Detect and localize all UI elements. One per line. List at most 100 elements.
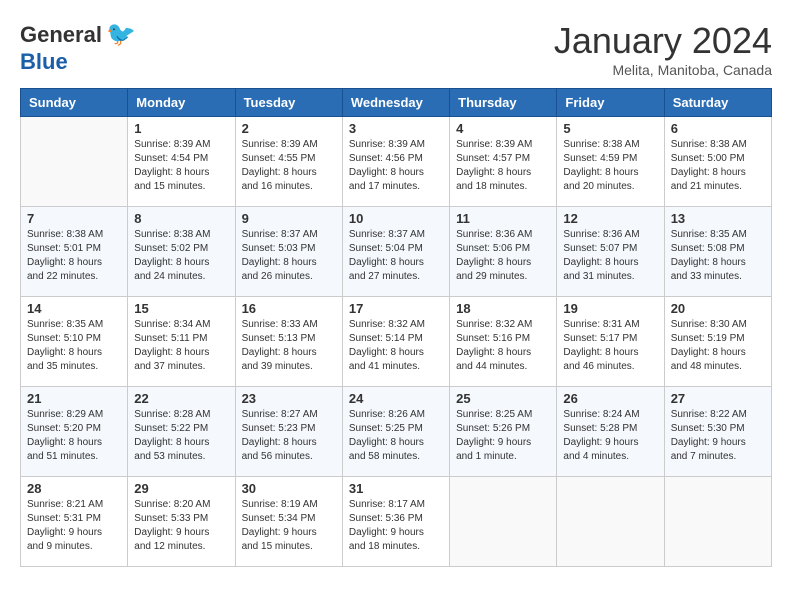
calendar-cell [450, 477, 557, 567]
day-number: 18 [456, 301, 550, 316]
day-info: Sunrise: 8:36 AM Sunset: 5:07 PM Dayligh… [563, 228, 657, 284]
calendar-cell: 26 Sunrise: 8:24 AM Sunset: 5:28 PM Dayli… [557, 387, 664, 477]
col-header-saturday: Saturday [664, 89, 771, 117]
day-info: Sunrise: 8:39 AM Sunset: 4:56 PM Dayligh… [349, 138, 443, 194]
day-info: Sunrise: 8:26 AM Sunset: 5:25 PM Dayligh… [349, 408, 443, 464]
logo-general: General [20, 22, 102, 48]
title-area: January 2024 Melita, Manitoba, Canada [554, 20, 772, 78]
header-row: SundayMondayTuesdayWednesdayThursdayFrid… [21, 89, 772, 117]
calendar-cell: 14Sunrise: 8:35 AM Sunset: 5:10 PM Dayli… [21, 297, 128, 387]
day-number: 8 [134, 211, 228, 226]
day-number: 5 [563, 121, 657, 136]
day-info: Sunrise: 8:19 AM Sunset: 5:34 PM Dayligh… [242, 498, 336, 554]
calendar-cell: 11 Sunrise: 8:36 AM Sunset: 5:06 PM Dayli… [450, 207, 557, 297]
day-info: Sunrise: 8:21 AM Sunset: 5:31 PM Dayligh… [27, 498, 121, 554]
week-row-2: 7 Sunrise: 8:38 AM Sunset: 5:01 PM Daylig… [21, 207, 772, 297]
week-row-1: 1 Sunrise: 8:39 AM Sunset: 4:54 PM Daylig… [21, 117, 772, 207]
day-number: 2 [242, 121, 336, 136]
logo-blue: Blue [20, 49, 68, 75]
day-number: 25 [456, 391, 550, 406]
day-number: 10 [349, 211, 443, 226]
calendar-cell: 21 Sunrise: 8:29 AM Sunset: 5:20 PM Dayli… [21, 387, 128, 477]
day-info: Sunrise: 8:27 AM Sunset: 5:23 PM Dayligh… [242, 408, 336, 464]
day-number: 16 [242, 301, 336, 316]
calendar-cell: 24 Sunrise: 8:26 AM Sunset: 5:25 PM Dayli… [342, 387, 449, 477]
col-header-friday: Friday [557, 89, 664, 117]
calendar-cell: 16 Sunrise: 8:33 AM Sunset: 5:13 PM Dayli… [235, 297, 342, 387]
calendar-cell: 30Sunrise: 8:19 AM Sunset: 5:34 PM Dayli… [235, 477, 342, 567]
day-info: Sunrise: 8:29 AM Sunset: 5:20 PM Dayligh… [27, 408, 121, 464]
col-header-monday: Monday [128, 89, 235, 117]
day-info: Sunrise: 8:39 AM Sunset: 4:54 PM Dayligh… [134, 138, 228, 194]
calendar-cell: 18 Sunrise: 8:32 AM Sunset: 5:16 PM Dayli… [450, 297, 557, 387]
day-number: 22 [134, 391, 228, 406]
calendar-cell: 7 Sunrise: 8:38 AM Sunset: 5:01 PM Daylig… [21, 207, 128, 297]
calendar-cell: 5Sunrise: 8:38 AM Sunset: 4:59 PM Daylig… [557, 117, 664, 207]
day-info: Sunrise: 8:25 AM Sunset: 5:26 PM Dayligh… [456, 408, 550, 464]
day-number: 21 [27, 391, 121, 406]
week-row-4: 21 Sunrise: 8:29 AM Sunset: 5:20 PM Dayli… [21, 387, 772, 477]
day-number: 28 [27, 481, 121, 496]
day-info: Sunrise: 8:38 AM Sunset: 5:02 PM Dayligh… [134, 228, 228, 284]
day-number: 27 [671, 391, 765, 406]
day-info: Sunrise: 8:35 AM Sunset: 5:10 PM Dayligh… [27, 318, 121, 374]
day-number: 1 [134, 121, 228, 136]
day-number: 20 [671, 301, 765, 316]
day-number: 13 [671, 211, 765, 226]
day-number: 9 [242, 211, 336, 226]
day-number: 11 [456, 211, 550, 226]
calendar-cell: 2 Sunrise: 8:39 AM Sunset: 4:55 PM Daylig… [235, 117, 342, 207]
day-number: 4 [456, 121, 550, 136]
day-info: Sunrise: 8:39 AM Sunset: 4:55 PM Dayligh… [242, 138, 336, 194]
day-number: 24 [349, 391, 443, 406]
calendar-cell: 28 Sunrise: 8:21 AM Sunset: 5:31 PM Dayli… [21, 477, 128, 567]
day-info: Sunrise: 8:34 AM Sunset: 5:11 PM Dayligh… [134, 318, 228, 374]
calendar-cell: 8 Sunrise: 8:38 AM Sunset: 5:02 PM Daylig… [128, 207, 235, 297]
day-number: 7 [27, 211, 121, 226]
day-info: Sunrise: 8:24 AM Sunset: 5:28 PM Dayligh… [563, 408, 657, 464]
location: Melita, Manitoba, Canada [554, 62, 772, 78]
day-number: 6 [671, 121, 765, 136]
col-header-thursday: Thursday [450, 89, 557, 117]
calendar-cell [21, 117, 128, 207]
day-number: 23 [242, 391, 336, 406]
day-info: Sunrise: 8:30 AM Sunset: 5:19 PM Dayligh… [671, 318, 765, 374]
day-number: 12 [563, 211, 657, 226]
calendar-cell: 27 Sunrise: 8:22 AM Sunset: 5:30 PM Dayli… [664, 387, 771, 477]
calendar-cell [557, 477, 664, 567]
calendar-cell: 19 Sunrise: 8:31 AM Sunset: 5:17 PM Dayli… [557, 297, 664, 387]
week-row-3: 14Sunrise: 8:35 AM Sunset: 5:10 PM Dayli… [21, 297, 772, 387]
header: General 🐦 Blue January 2024 Melita, Mani… [20, 20, 772, 78]
calendar-cell: 4 Sunrise: 8:39 AM Sunset: 4:57 PM Daylig… [450, 117, 557, 207]
calendar-cell: 17Sunrise: 8:32 AM Sunset: 5:14 PM Dayli… [342, 297, 449, 387]
month-title: January 2024 [554, 20, 772, 62]
calendar-cell: 3Sunrise: 8:39 AM Sunset: 4:56 PM Daylig… [342, 117, 449, 207]
day-info: Sunrise: 8:37 AM Sunset: 5:03 PM Dayligh… [242, 228, 336, 284]
calendar-cell: 25 Sunrise: 8:25 AM Sunset: 5:26 PM Dayli… [450, 387, 557, 477]
day-info: Sunrise: 8:33 AM Sunset: 5:13 PM Dayligh… [242, 318, 336, 374]
calendar-cell: 29Sunrise: 8:20 AM Sunset: 5:33 PM Dayli… [128, 477, 235, 567]
day-info: Sunrise: 8:35 AM Sunset: 5:08 PM Dayligh… [671, 228, 765, 284]
calendar-cell: 10 Sunrise: 8:37 AM Sunset: 5:04 PM Dayli… [342, 207, 449, 297]
day-info: Sunrise: 8:28 AM Sunset: 5:22 PM Dayligh… [134, 408, 228, 464]
week-row-5: 28 Sunrise: 8:21 AM Sunset: 5:31 PM Dayli… [21, 477, 772, 567]
day-number: 19 [563, 301, 657, 316]
day-number: 26 [563, 391, 657, 406]
col-header-sunday: Sunday [21, 89, 128, 117]
day-info: Sunrise: 8:32 AM Sunset: 5:16 PM Dayligh… [456, 318, 550, 374]
day-info: Sunrise: 8:22 AM Sunset: 5:30 PM Dayligh… [671, 408, 765, 464]
calendar-cell: 31 Sunrise: 8:17 AM Sunset: 5:36 PM Dayli… [342, 477, 449, 567]
day-number: 15 [134, 301, 228, 316]
calendar-cell: 13 Sunrise: 8:35 AM Sunset: 5:08 PM Dayli… [664, 207, 771, 297]
logo-bird-icon: 🐦 [106, 20, 136, 49]
day-info: Sunrise: 8:37 AM Sunset: 5:04 PM Dayligh… [349, 228, 443, 284]
day-info: Sunrise: 8:39 AM Sunset: 4:57 PM Dayligh… [456, 138, 550, 194]
day-info: Sunrise: 8:38 AM Sunset: 5:01 PM Dayligh… [27, 228, 121, 284]
day-info: Sunrise: 8:31 AM Sunset: 5:17 PM Dayligh… [563, 318, 657, 374]
calendar-cell: 23 Sunrise: 8:27 AM Sunset: 5:23 PM Dayli… [235, 387, 342, 477]
day-info: Sunrise: 8:17 AM Sunset: 5:36 PM Dayligh… [349, 498, 443, 554]
calendar-cell: 1 Sunrise: 8:39 AM Sunset: 4:54 PM Daylig… [128, 117, 235, 207]
day-number: 31 [349, 481, 443, 496]
day-number: 17 [349, 301, 443, 316]
day-info: Sunrise: 8:36 AM Sunset: 5:06 PM Dayligh… [456, 228, 550, 284]
